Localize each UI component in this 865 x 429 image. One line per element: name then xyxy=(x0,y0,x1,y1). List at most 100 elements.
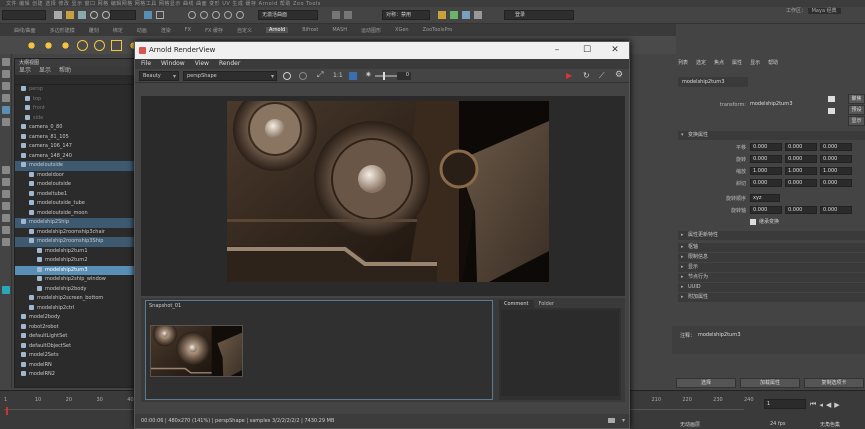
ratio-label[interactable]: 1:1 xyxy=(333,72,343,79)
outliner-item[interactable]: camera_0_80 xyxy=(15,123,134,133)
current-frame-field[interactable]: 1 xyxy=(764,399,806,409)
reset-region-icon[interactable] xyxy=(299,72,307,80)
current-frame-marker[interactable] xyxy=(6,407,8,415)
outliner-item[interactable]: modelship2turn1 xyxy=(15,247,134,257)
outliner-item[interactable]: side xyxy=(15,114,134,124)
shelf-tab-rigging[interactable]: 绑定 xyxy=(113,27,123,34)
attr-value-field[interactable]: 0.000 xyxy=(820,179,852,187)
outliner-item[interactable]: top xyxy=(15,95,134,105)
outliner-item[interactable]: modelship2ship_window xyxy=(15,275,134,285)
attr-value-field[interactable]: 0.000 xyxy=(820,143,852,151)
outliner-menu-help[interactable]: 帮助 xyxy=(59,67,71,75)
step-back-icon[interactable]: ◂ xyxy=(819,401,823,409)
section-pivot-update[interactable]: 属性更新特性 xyxy=(678,231,865,240)
attr-value-field[interactable]: 0.000 xyxy=(785,143,817,151)
rv-menu-render[interactable]: Render xyxy=(219,59,240,69)
mesh-light-icon[interactable] xyxy=(77,39,88,51)
exposure-slider[interactable] xyxy=(375,75,397,77)
outliner-item[interactable]: model2body xyxy=(15,313,134,323)
shelf-tab-motion[interactable]: 运动图形 xyxy=(361,27,381,34)
attr-tab-focus[interactable]: 焦点 xyxy=(714,59,724,66)
snap-view-icon[interactable] xyxy=(224,11,232,19)
outliner-item[interactable]: modelship2turn2 xyxy=(15,256,134,266)
outliner-item[interactable]: robot2robot xyxy=(15,323,134,333)
outliner-item[interactable]: modelship2roomship3chair xyxy=(15,228,134,238)
lasso-icon[interactable] xyxy=(156,11,164,19)
attr-value-field[interactable]: 1.000 xyxy=(820,167,852,175)
snap-point-icon[interactable] xyxy=(212,11,220,19)
select-tool-icon[interactable] xyxy=(2,58,10,66)
live-surface-field[interactable]: 无激活曲面 xyxy=(258,10,318,20)
rot-axis-x[interactable]: 0.000 xyxy=(750,206,782,214)
attr-tab-selected[interactable]: 选定 xyxy=(696,59,706,66)
outliner-item[interactable]: modelship2turn3 xyxy=(15,265,134,275)
outliner-item[interactable]: camera_81_105 xyxy=(15,133,134,143)
redo-icon[interactable] xyxy=(102,11,110,19)
shelf-tab-sculpt[interactable]: 雕刻 xyxy=(89,27,99,34)
attr-value-field[interactable]: 0.000 xyxy=(785,179,817,187)
rotate-tool-icon[interactable] xyxy=(2,106,10,114)
attr-tab-attributes[interactable]: 属性 xyxy=(732,59,742,66)
outliner-menu-display[interactable]: 显示 xyxy=(19,67,31,75)
outliner-item[interactable]: modeloutside_tube xyxy=(15,199,134,209)
node-tab[interactable]: modelship2turn3 xyxy=(678,77,748,87)
copy-tab-button[interactable]: 复制选项卡 xyxy=(804,378,864,388)
menubar-text[interactable]: 文件 编辑 创建 选择 修改 显示 窗口 网格 编辑网格 网格工具 网格显示 曲… xyxy=(6,0,321,7)
outliner-item[interactable]: camera_148_240 xyxy=(15,152,134,162)
attr-section[interactable]: 限制信息 xyxy=(678,253,865,262)
skydome-light-icon[interactable] xyxy=(43,39,54,51)
shelf-tab-fx[interactable]: FX xyxy=(185,27,191,33)
attr-value-field[interactable]: 0.000 xyxy=(750,143,782,151)
paint-select-icon[interactable] xyxy=(2,82,10,90)
camera-dropdown[interactable]: perspShape xyxy=(183,71,277,81)
rot-axis-y[interactable]: 0.000 xyxy=(785,206,817,214)
outliner-item[interactable]: modeloutside_moon xyxy=(15,209,134,219)
workspace-value[interactable]: Maya 经典 xyxy=(807,8,841,14)
minimize-icon[interactable]: – xyxy=(547,42,567,59)
shelf-tab-mash[interactable]: MASH xyxy=(332,27,347,33)
status-expand-icon[interactable]: ▾ xyxy=(622,414,625,428)
lasso-tool-icon[interactable] xyxy=(2,70,10,78)
attr-section[interactable]: UUID xyxy=(678,283,865,292)
attr-value-field[interactable]: 0.000 xyxy=(785,155,817,163)
attr-section[interactable]: 枢轴 xyxy=(678,243,865,252)
rot-order-select[interactable]: xyz xyxy=(750,194,780,202)
attr-section[interactable]: 显示 xyxy=(678,263,865,272)
ipr-icon[interactable]: ⟋ xyxy=(599,71,605,81)
attr-section[interactable]: 附加属性 xyxy=(678,293,865,302)
attr-value-field[interactable]: 0.000 xyxy=(820,155,852,163)
arnold-render-icon[interactable] xyxy=(26,39,37,51)
outliner-item[interactable]: modelship2Ship xyxy=(15,218,134,228)
play-forward-icon[interactable]: ▶ xyxy=(834,401,839,409)
rot-axis-z[interactable]: 0.000 xyxy=(820,206,852,214)
attr-value-field[interactable]: 1.000 xyxy=(785,167,817,175)
layout-hypershade-icon[interactable] xyxy=(2,226,10,234)
rv-menu-file[interactable]: File xyxy=(141,59,151,69)
shelf-tab-custom[interactable]: 自定义 xyxy=(237,27,252,34)
renderview-titlebar[interactable]: Arnold RenderView – ☐ ✕ xyxy=(135,42,629,59)
outliner-item[interactable]: modelship2ctrl xyxy=(15,304,134,314)
attr-value-field[interactable]: 1.000 xyxy=(750,167,782,175)
shelf-tab-poly[interactable]: 多边形建模 xyxy=(50,27,75,34)
maximize-icon[interactable]: ☐ xyxy=(577,42,597,59)
show-button[interactable]: 显示 xyxy=(848,116,865,126)
shelf-tab-rendering[interactable]: 渲染 xyxy=(161,27,171,34)
comment-textarea[interactable] xyxy=(501,310,619,396)
outliner-item[interactable]: defaultObjectSet xyxy=(15,342,134,352)
attr-section[interactable]: 节点行为 xyxy=(678,273,865,282)
anim-layer-field[interactable]: 无动画层 xyxy=(680,421,700,428)
shelf-tab-animation[interactable]: 动画 xyxy=(137,27,147,34)
exposure-handle[interactable] xyxy=(383,72,385,80)
crop-region-icon[interactable] xyxy=(283,72,291,80)
rv-menu-view[interactable]: View xyxy=(195,59,209,69)
shelf-tab-xgen[interactable]: XGen xyxy=(395,27,409,33)
outliner-item[interactable]: modelship2screen_bottom xyxy=(15,294,134,304)
layout-outliner-icon[interactable] xyxy=(2,202,10,210)
outliner-item[interactable]: defaultLightSet xyxy=(15,332,134,342)
outliner-item[interactable]: camera_106_147 xyxy=(15,142,134,152)
login-dropdown[interactable]: 登录 xyxy=(504,10,574,20)
outliner-item[interactable]: modelship2body xyxy=(15,285,134,295)
attr-tab-help[interactable]: 帮助 xyxy=(768,59,778,66)
area-light-icon[interactable] xyxy=(60,39,71,51)
render-settings-icon[interactable] xyxy=(438,11,446,19)
